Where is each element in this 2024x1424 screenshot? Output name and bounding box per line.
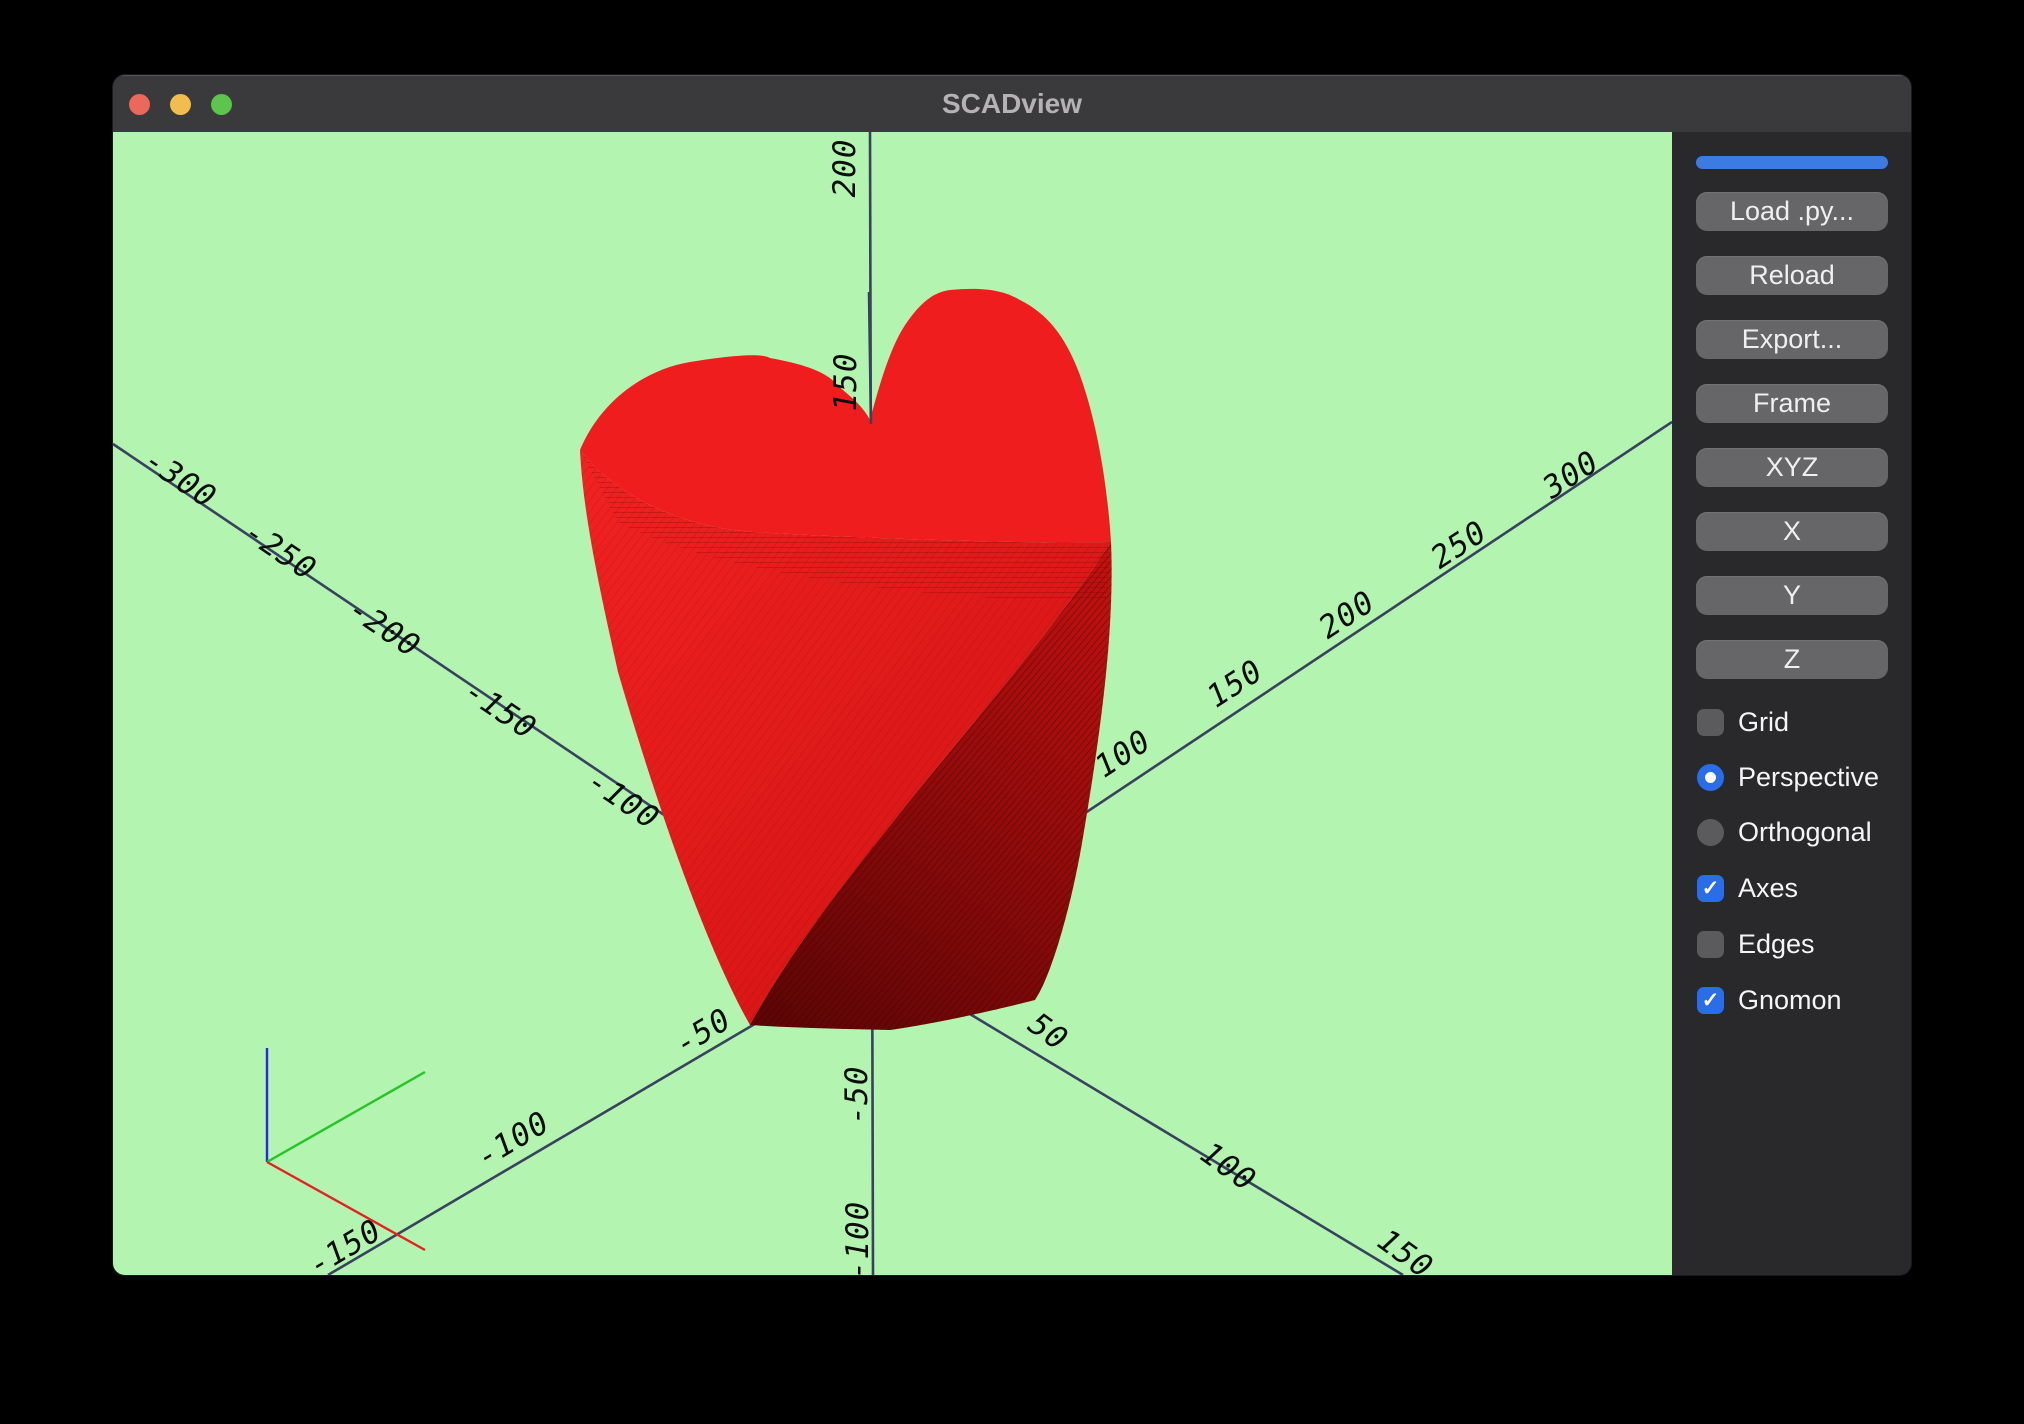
grid-label: Grid (1738, 707, 1789, 738)
axes-checkbox[interactable]: ✓ (1697, 875, 1724, 902)
axes-toggle-row[interactable]: ✓ Axes (1697, 871, 1798, 905)
axes-label: Axes (1738, 873, 1798, 904)
orthogonal-label: Orthogonal (1738, 817, 1872, 848)
xyz-view-button[interactable]: XYZ (1696, 448, 1888, 487)
x-view-button[interactable]: X (1696, 512, 1888, 551)
app-window: SCADview -300 -250 -200 -150 -100 -50 -1… (113, 75, 1911, 1275)
window-title: SCADview (113, 75, 1911, 132)
check-icon: ✓ (1697, 875, 1724, 902)
y-view-button[interactable]: Y (1696, 576, 1888, 615)
grid-checkbox[interactable] (1697, 709, 1724, 736)
gnomon-label: Gnomon (1738, 985, 1842, 1016)
orthogonal-toggle-row[interactable]: Orthogonal (1697, 815, 1872, 849)
load-py-button[interactable]: Load .py... (1696, 192, 1888, 231)
model-heart-extrusion (113, 132, 1672, 1275)
progress-bar (1696, 156, 1888, 169)
reload-button[interactable]: Reload (1696, 256, 1888, 295)
viewport-3d[interactable]: -300 -250 -200 -150 -100 -50 -100 -150 1… (113, 132, 1672, 1275)
check-icon: ✓ (1697, 987, 1724, 1014)
perspective-label: Perspective (1738, 762, 1879, 793)
grid-toggle-row[interactable]: Grid (1697, 705, 1789, 739)
axis-z-cleft-segment (869, 292, 871, 424)
export-button[interactable]: Export... (1696, 320, 1888, 359)
perspective-toggle-row[interactable]: Perspective (1697, 760, 1879, 794)
heart-top-face (580, 289, 1111, 543)
perspective-radio[interactable] (1697, 764, 1724, 791)
frame-button[interactable]: Frame (1696, 384, 1888, 423)
window-titlebar[interactable]: SCADview (113, 75, 1911, 133)
gnomon-toggle-row[interactable]: ✓ Gnomon (1697, 983, 1842, 1017)
edges-toggle-row[interactable]: Edges (1697, 927, 1815, 961)
z-view-button[interactable]: Z (1696, 640, 1888, 679)
edges-checkbox[interactable] (1697, 931, 1724, 958)
orthogonal-radio[interactable] (1697, 819, 1724, 846)
control-sidebar: Load .py... Reload Export... Frame XYZ X… (1672, 132, 1911, 1275)
gnomon-checkbox[interactable]: ✓ (1697, 987, 1724, 1014)
edges-label: Edges (1738, 929, 1815, 960)
